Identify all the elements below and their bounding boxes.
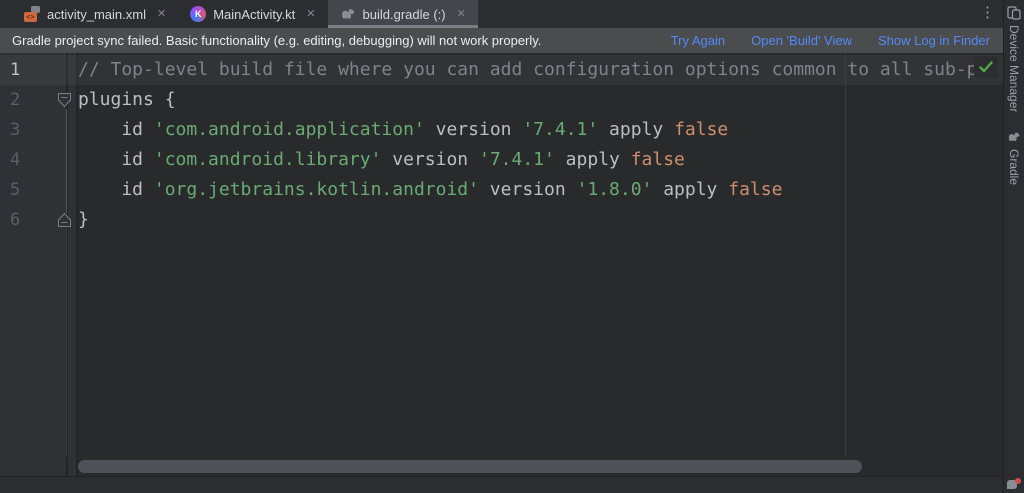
line-number: 1 [0, 55, 56, 85]
tool-window-button-gradle[interactable]: Gradle [1007, 130, 1021, 185]
no-problems-check-icon [978, 60, 994, 74]
code-text: plugins { [78, 85, 176, 115]
code-line-6[interactable]: 6 } [0, 205, 1003, 235]
code-text: // Top-level build file where you can ad… [78, 55, 999, 85]
gutter-fold-line-extension [66, 229, 67, 457]
banner-actions: Try Again Open 'Build' View Show Log in Fi… [671, 33, 990, 48]
tab-build-gradle[interactable]: build.gradle (:) ✕ [328, 0, 478, 28]
code-text: id 'com.android.application' version '7.… [78, 115, 728, 145]
tool-window-label: Gradle [1007, 149, 1021, 185]
android-layout-file-icon: <> [24, 6, 40, 22]
code-text: } [78, 205, 89, 235]
kotlin-file-icon: K [190, 6, 206, 22]
tab-label: activity_main.xml [47, 7, 146, 22]
fold-column [56, 55, 76, 85]
line-number: 6 [0, 205, 56, 235]
horizontal-scrollbar-thumb[interactable] [78, 460, 862, 473]
tab-activity-main-xml[interactable]: <> activity_main.xml ✕ [12, 0, 178, 28]
tab-mainactivity-kt[interactable]: K MainActivity.kt ✕ [178, 0, 327, 28]
fold-column [56, 145, 76, 175]
banner-action-open-build-view[interactable]: Open 'Build' View [751, 33, 852, 48]
fold-column [56, 115, 76, 145]
gradle-file-icon [340, 6, 356, 22]
right-tool-window-bar: Device Manager Gradle [1003, 0, 1024, 493]
fold-close-icon[interactable] [57, 212, 72, 229]
editor-tab-bar: <>activity_main.xml✕KMainActivity.kt✕bui… [0, 0, 1003, 28]
line-number: 4 [0, 145, 56, 175]
status-strip [0, 476, 1003, 493]
editor-pane: <>activity_main.xml✕KMainActivity.kt✕bui… [0, 0, 1003, 493]
line-number: 2 [0, 85, 56, 115]
fold-column [56, 175, 76, 205]
code-editor[interactable]: 1 // Top-level build file where you can a… [0, 53, 1003, 477]
banner-action-try-again[interactable]: Try Again [671, 33, 725, 48]
inspections-widget[interactable] [974, 56, 998, 78]
notification-red-dot [1015, 478, 1021, 484]
code-rows: 1 // Top-level build file where you can a… [0, 55, 1003, 235]
fold-column [56, 85, 76, 115]
device-manager-icon [1007, 6, 1021, 20]
tab-label: build.gradle (:) [363, 7, 446, 22]
banner-action-show-log-in-finder[interactable]: Show Log in Finder [878, 33, 990, 48]
tab-close-icon[interactable]: ✕ [306, 9, 315, 20]
line-number: 3 [0, 115, 56, 145]
code-text: id 'org.jetbrains.kotlin.android' versio… [78, 175, 782, 205]
gradle-icon [1007, 130, 1021, 144]
gradle-sync-failed-banner: Gradle project sync failed. Basic functi… [0, 28, 1003, 53]
tab-close-icon[interactable]: ✕ [157, 9, 166, 20]
fold-open-icon[interactable] [57, 92, 72, 109]
horizontal-scrollbar [0, 457, 1003, 477]
fold-column [56, 205, 76, 235]
code-line-4[interactable]: 4 id 'com.android.library' version '7.4.… [0, 145, 1003, 175]
code-line-2[interactable]: 2 plugins { [0, 85, 1003, 115]
notifications-balloon-icon[interactable] [1007, 478, 1021, 490]
code-line-3[interactable]: 3 id 'com.android.application' version '… [0, 115, 1003, 145]
tool-window-button-device-manager[interactable]: Device Manager [1007, 6, 1021, 112]
code-text: id 'com.android.library' version '7.4.1'… [78, 145, 685, 175]
tool-window-label: Device Manager [1007, 25, 1021, 112]
tab-close-icon[interactable]: ✕ [457, 9, 466, 20]
android-studio-window: <>activity_main.xml✕KMainActivity.kt✕bui… [0, 0, 1024, 493]
line-number: 5 [0, 175, 56, 205]
tab-label: MainActivity.kt [213, 7, 295, 22]
banner-message: Gradle project sync failed. Basic functi… [12, 33, 541, 48]
tab-overflow-menu-icon[interactable]: ⋮ [980, 5, 995, 20]
code-line-1[interactable]: 1 // Top-level build file where you can a… [0, 55, 1003, 85]
code-line-5[interactable]: 5 id 'org.jetbrains.kotlin.android' vers… [0, 175, 1003, 205]
